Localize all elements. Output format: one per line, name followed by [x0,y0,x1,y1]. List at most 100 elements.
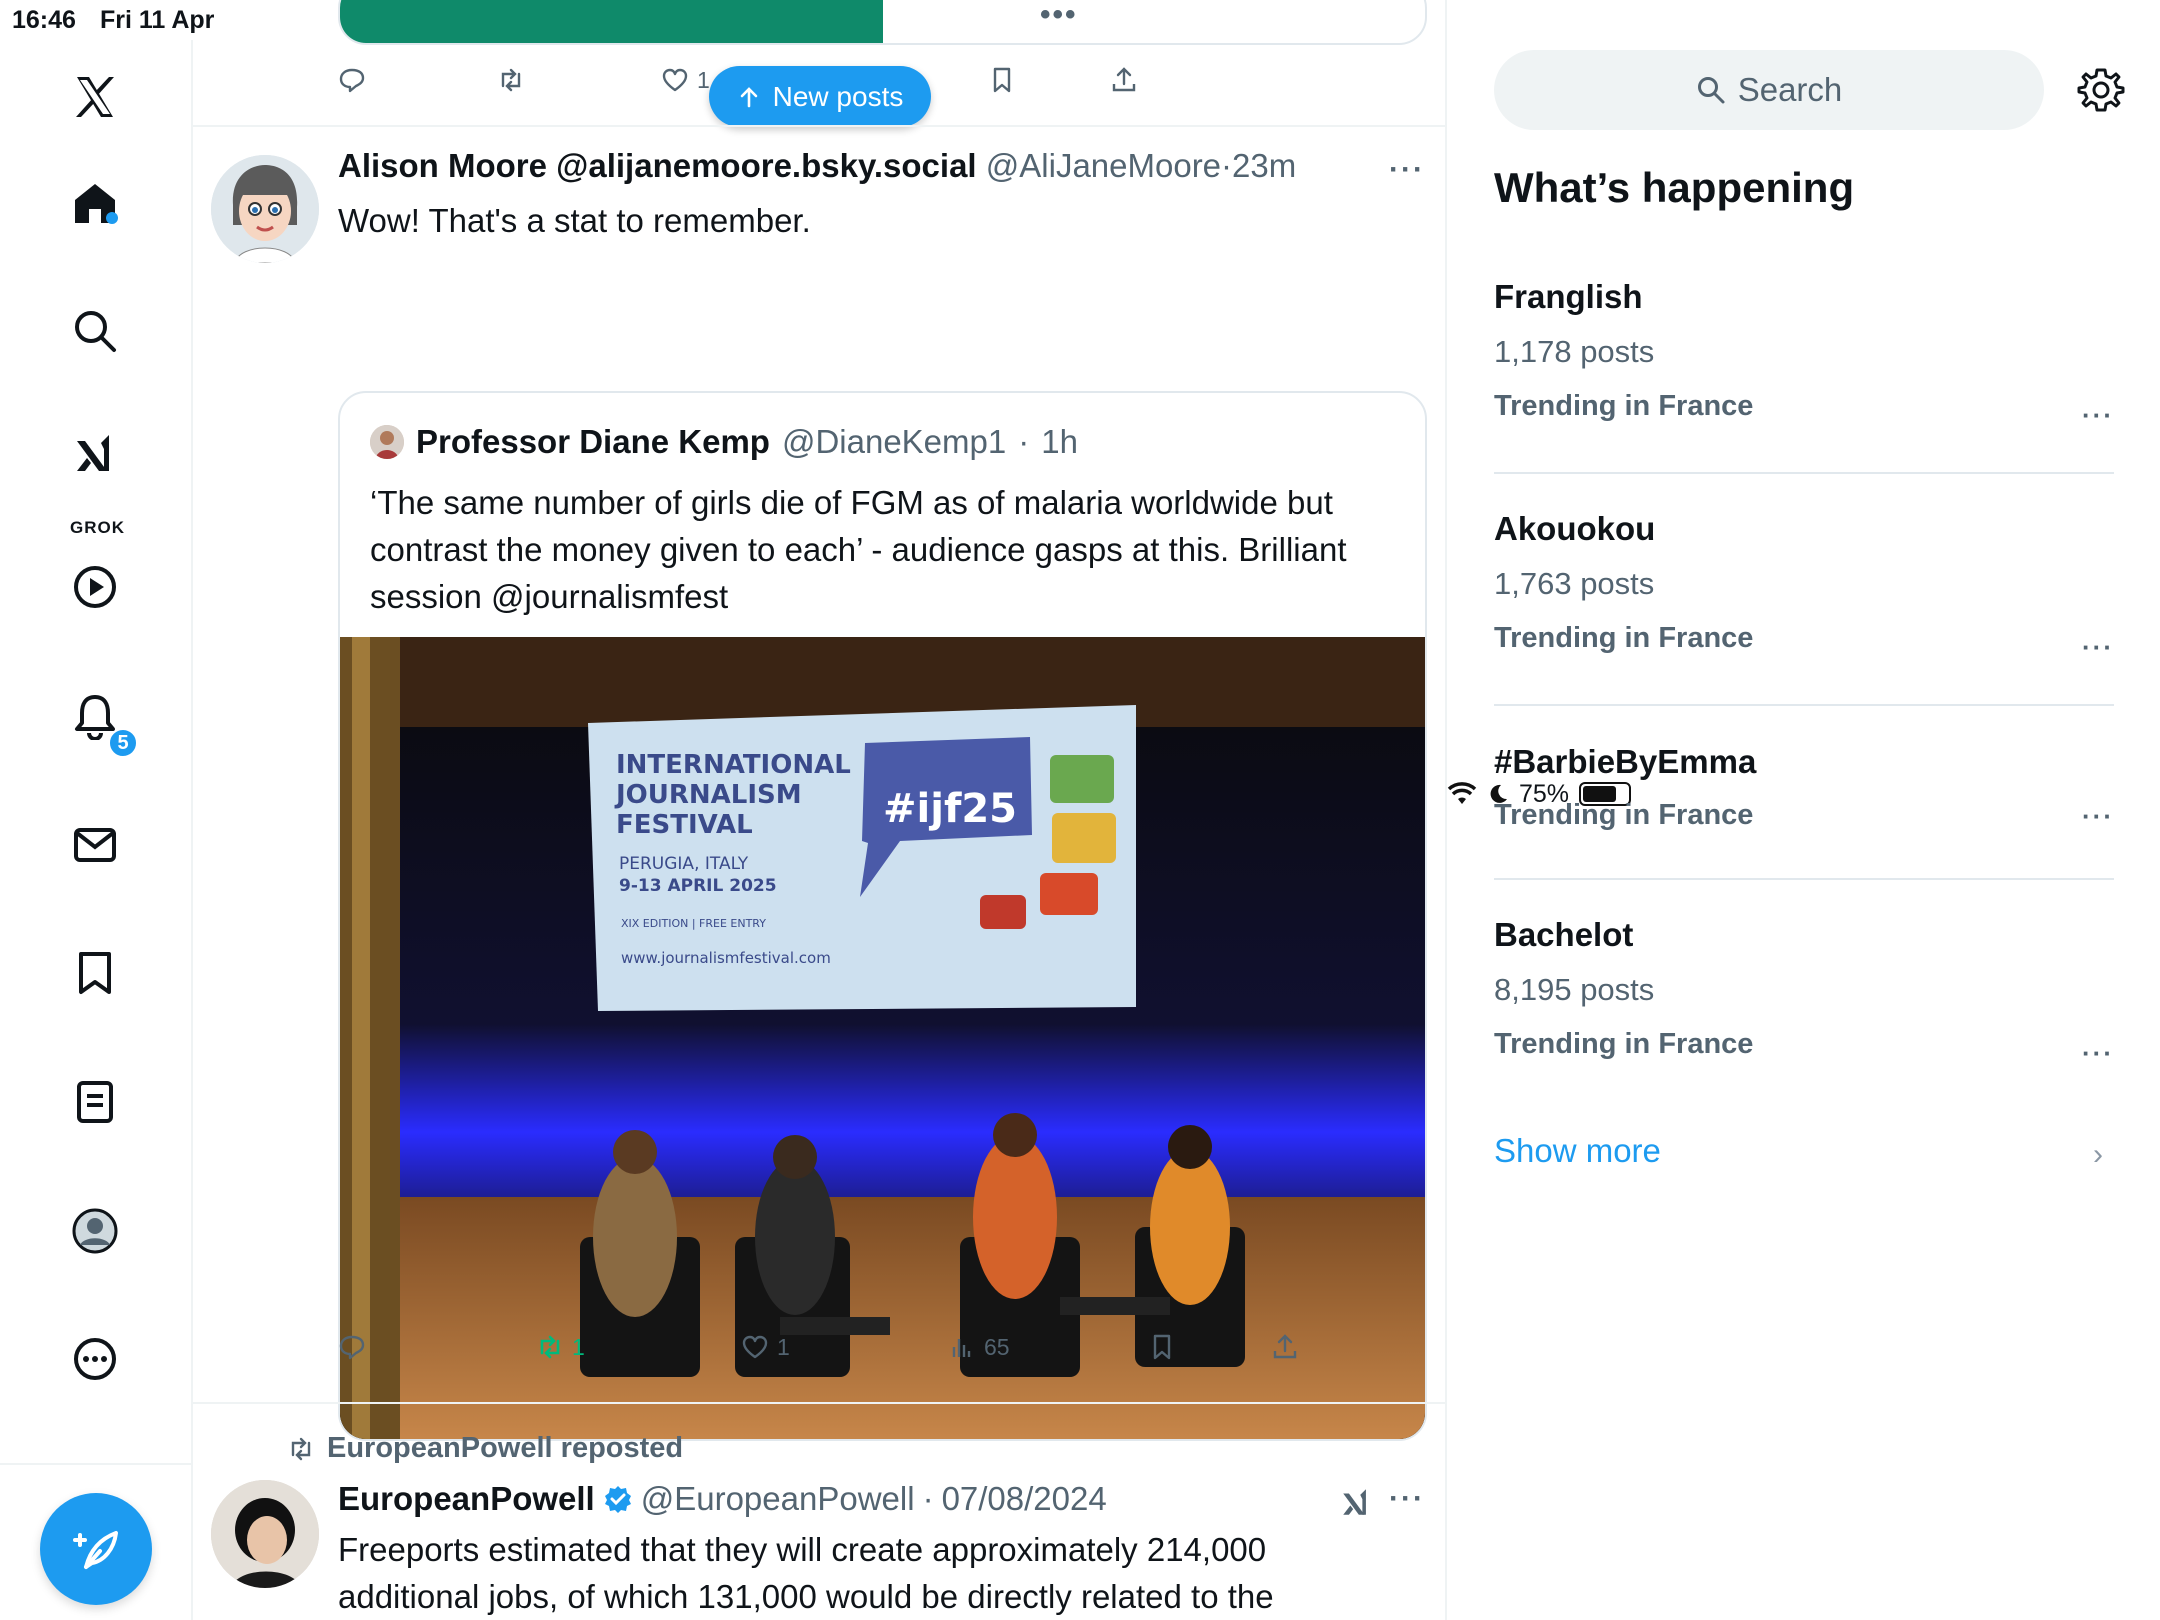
share-button[interactable] [1110,66,1138,94]
reply-icon [339,1335,365,1360]
views-count: 65 [984,1333,1010,1360]
repost-count: 1 [572,1333,585,1360]
repost-button[interactable] [497,66,525,94]
festival-dates: 9-13 APRIL 2025 [619,876,777,896]
quoted-author-name: Professor Diane Kemp [416,423,770,460]
festival-line1: INTERNATIONAL [616,750,851,780]
author-name[interactable]: EuropeanPowell [338,1480,595,1518]
trend-more-icon[interactable]: ··· [2082,1038,2114,1069]
more-options-icon[interactable] [62,1326,128,1392]
post-time[interactable]: 07/08/2024 [942,1480,1107,1518]
trend-context: Trending in France [1494,390,1754,422]
home-unread-dot [106,212,118,224]
quoted-post-text: ‘The same number of girls die of FGM as … [370,484,1347,615]
grok-icon[interactable] [62,420,128,486]
trend-name: #BarbieByEmma [1494,743,1757,780]
bookmark-icon [993,67,1011,93]
repost-label[interactable]: EuropeanPowell reposted [327,1432,683,1465]
repost-icon [540,1335,560,1359]
quoted-post-header: Professor Diane Kemp @DianeKemp1 · 1h [370,423,1078,461]
festival-location: PERUGIA, ITALY [619,854,749,874]
nav-divider [0,1463,193,1465]
heart-icon [662,68,688,92]
chevron-right-icon: › [2093,1138,2103,1171]
trend-more-icon[interactable]: ··· [2082,400,2114,431]
post-alison-moore[interactable]: Alison Moore @alijanemoore.bsky.social @… [193,127,1445,1441]
share-icon [1112,67,1136,92]
festival-line2: JOURNALISM [614,780,802,810]
festival-url: www.journalismfestival.com [621,949,831,967]
post-european-powell[interactable]: EuropeanPowell reposted EuropeanPowell @… [193,1404,1445,1620]
quoted-author-handle: @DianeKemp1 [781,423,1007,460]
reply-button[interactable] [338,1333,366,1361]
repost-icon [501,68,521,92]
heart-icon [742,1335,768,1359]
author-handle[interactable]: @AliJaneMoore [986,147,1221,184]
trend-post-count: 1,763 posts [1494,566,1655,601]
home-icon[interactable] [62,170,128,236]
gear-icon[interactable] [2077,66,2125,114]
trend-post-count: 8,195 posts [1494,972,1655,1007]
video-player-card[interactable]: ••• [338,0,1427,45]
reply-button[interactable] [338,66,366,94]
post-more-icon[interactable]: ··· [1389,1482,1425,1516]
grok-explain-icon[interactable] [1339,1484,1373,1520]
bookmark-button[interactable] [1148,1333,1176,1361]
author-avatar[interactable] [211,155,319,263]
repost-button[interactable]: 1 [536,1333,585,1361]
like-count: 1 [697,66,710,93]
video-more-icon[interactable]: ••• [1040,0,1078,32]
video-play-icon[interactable] [62,554,128,620]
grok-label: GROK [70,518,125,537]
x-logo-icon[interactable] [62,64,128,130]
search-placeholder: Search [1737,71,1843,108]
video-progress-bar [340,0,883,43]
new-posts-button[interactable]: New posts [709,66,931,127]
bookmark-icon [1153,1334,1171,1360]
author-avatar[interactable] [211,1480,319,1588]
show-more-link[interactable]: Show more [1494,1132,1661,1170]
bookmark-icon[interactable] [62,940,128,1006]
trend-item[interactable]: Bachelot 8,195 posts Trending in France … [1494,916,2114,1116]
compose-post-button[interactable] [40,1493,152,1605]
trend-item[interactable]: #BarbieByEmma Trending in France ··· [1494,743,2114,883]
trend-name: Akouokou [1494,510,1656,547]
trend-context: Trending in France [1494,622,1754,654]
trend-name: Franglish [1494,278,1643,315]
search-icon [1697,77,1725,104]
trend-item[interactable]: Akouokou 1,763 posts Trending in France … [1494,510,2114,710]
right-sidebar: Search What’s happening Franglish 1,178 … [1447,40,2160,1620]
quoted-author-avatar [370,425,404,459]
post-photo[interactable]: INTERNATIONAL JOURNALISM FESTIVAL PERUGI… [340,637,1425,1439]
search-input[interactable]: Search [1494,50,2044,130]
trend-divider [1494,472,2114,474]
trend-context: Trending in France [1494,1028,1754,1060]
compose-feather-icon [73,1531,118,1569]
views-button[interactable]: 65 [948,1333,1010,1361]
views-chart-icon [952,1339,971,1357]
search-icon[interactable] [62,298,128,364]
author-name[interactable]: Alison Moore @alijanemoore.bsky.social [338,147,977,184]
quoted-post-time: 1h [1041,423,1078,460]
share-button[interactable] [1271,1333,1299,1361]
share-icon [1273,1334,1297,1359]
profile-avatar-icon[interactable] [62,1198,128,1264]
quoted-post[interactable]: Professor Diane Kemp @DianeKemp1 · 1h ‘The… [338,391,1427,1441]
author-handle[interactable]: @EuropeanPowell [641,1480,915,1518]
post-header: EuropeanPowell @EuropeanPowell · 07/08/202… [338,1480,1107,1518]
post-time[interactable]: 23m [1232,147,1296,184]
like-button[interactable]: 1 [741,1333,790,1361]
author-photo-image [211,1480,319,1588]
lists-icon[interactable] [62,1069,128,1135]
trend-divider [1494,704,2114,706]
trend-name: Bachelot [1494,916,1634,953]
mail-icon[interactable] [62,812,128,878]
like-button[interactable]: 1 [661,66,710,94]
notifications-badge: 5 [108,728,138,758]
post-more-icon[interactable]: ··· [1389,153,1425,187]
arrow-up-icon [740,86,757,107]
trend-more-icon[interactable]: ··· [2082,632,2114,663]
trend-item[interactable]: Franglish 1,178 posts Trending in France… [1494,278,2114,478]
trend-more-icon[interactable]: ··· [2082,801,2114,832]
bookmark-button[interactable] [988,66,1016,94]
